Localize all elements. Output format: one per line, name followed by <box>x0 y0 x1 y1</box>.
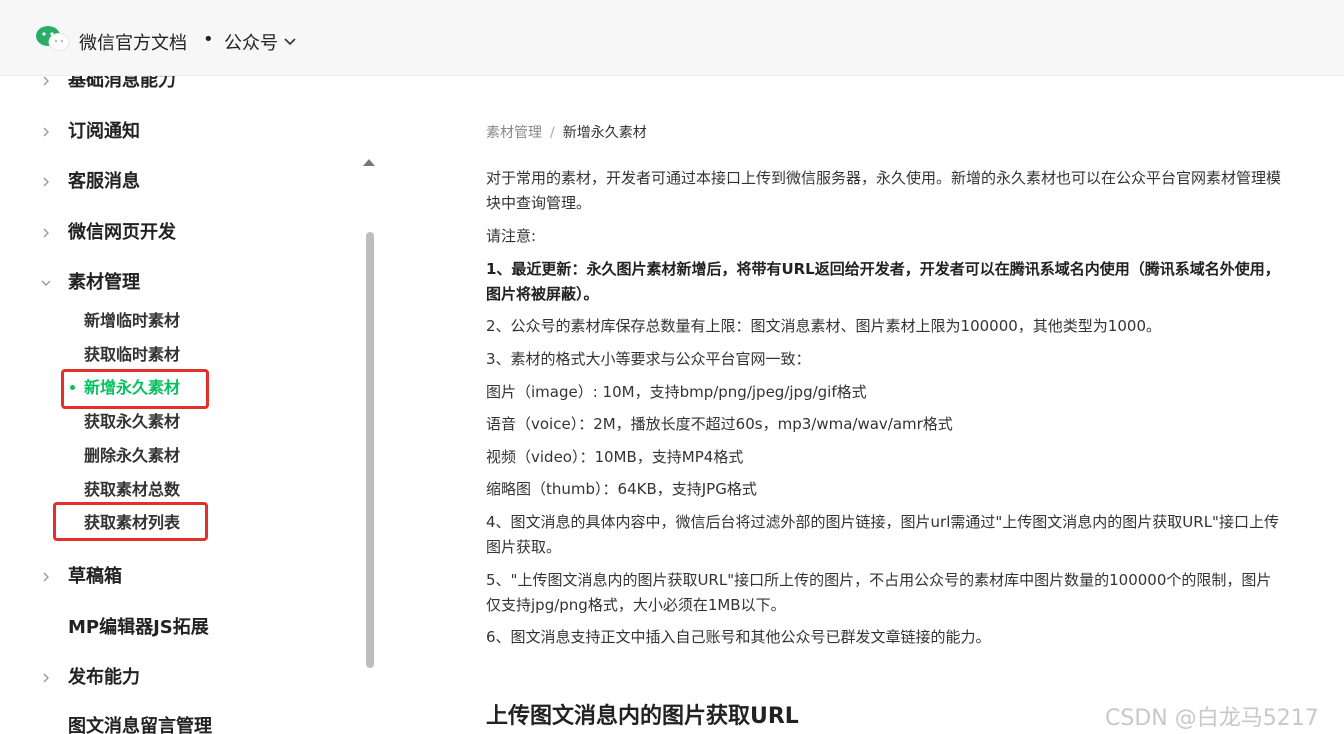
sidebar-item-subscription[interactable]: 订阅通知 <box>0 119 360 149</box>
sidebar-item-mp-editor-js[interactable]: MP编辑器JS拓展 <box>0 615 360 645</box>
sidebar-item-label: 客服消息 <box>68 171 140 192</box>
chevron-right-icon <box>43 177 49 187</box>
format-video: 视频（video）：10MB，支持MP4格式 <box>486 448 744 466</box>
sidebar-item-customer-service[interactable]: 客服消息 <box>0 169 360 199</box>
sidebar-item-publish[interactable]: 发布能力 <box>0 665 360 695</box>
sidebar-item-label: 草稿箱 <box>68 566 122 587</box>
breadcrumb-parent-link[interactable]: 素材管理 <box>486 125 542 141</box>
sidebar-item-label: 微信网页开发 <box>68 222 176 243</box>
sidebar-item-web-dev[interactable]: 微信网页开发 <box>0 220 360 250</box>
note-item-2: 2、公众号的素材库保存总数量有上限：图文消息素材、图片素材上限为100000，其… <box>486 317 1161 335</box>
sidebar-subitem-label: 获取临时素材 <box>84 345 181 364</box>
sidebar-item-material-management[interactable]: 素材管理 <box>0 270 360 300</box>
format-thumb: 缩略图（thumb）：64KB，支持JPG格式 <box>486 480 757 498</box>
header-separator-dot: • <box>203 29 214 50</box>
note-item-6: 6、图文消息支持正文中插入自己账号和其他公众号已群发文章链接的能力。 <box>486 628 991 646</box>
breadcrumb: 素材管理 / 新增永久素材 <box>486 122 647 142</box>
sidebar-subitem-delete-permanent-material[interactable]: 删除永久素材 <box>0 444 360 472</box>
sidebar-scrollbar-thumb[interactable] <box>366 232 374 668</box>
chevron-right-icon <box>43 76 49 86</box>
sidebar-item-comment-management[interactable]: 图文消息留言管理 <box>0 714 360 734</box>
section-dropdown-label: 公众号 <box>224 33 278 54</box>
sidebar-item-basic-messages[interactable]: 基础消息能力 <box>0 76 360 98</box>
breadcrumb-separator: / <box>550 125 555 141</box>
format-voice: 语音（voice）：2M，播放长度不超过60s，mp3/wma/wav/amr格… <box>486 415 953 433</box>
chevron-down-icon <box>284 38 296 46</box>
chevron-right-icon <box>43 228 49 238</box>
chevron-right-icon <box>43 127 49 137</box>
sidebar-nav: 基础消息能力 订阅通知 客服消息 微信网页开发 素材管理 新增临时素材 获取临时… <box>0 76 380 734</box>
sidebar-item-label: 发布能力 <box>68 667 140 688</box>
note-heading: 请注意: <box>486 227 537 245</box>
chevron-right-icon <box>43 673 49 683</box>
note-item-4: 4、图文消息的具体内容中，微信后台将过滤外部的图片链接，图片url需通过"上传图… <box>486 513 1279 556</box>
chevron-right-icon <box>43 572 49 582</box>
breadcrumb-current: 新增永久素材 <box>562 125 647 141</box>
section-dropdown[interactable]: 公众号 <box>224 29 296 55</box>
chevron-down-icon <box>41 280 51 286</box>
watermark: CSDN @白龙马5217 <box>1105 706 1319 731</box>
brand-title[interactable]: 微信官方文档 <box>79 29 187 55</box>
note-item-3: 3、素材的格式大小等要求与公众平台官网一致： <box>486 350 811 368</box>
sidebar-item-label: 素材管理 <box>68 272 140 293</box>
intro-paragraph: 对于常用的素材，开发者可通过本接口上传到微信服务器，永久使用。新增的永久素材也可… <box>486 169 1282 212</box>
sidebar-subitem-get-permanent-material[interactable]: 获取永久素材 <box>0 410 360 438</box>
note-item-1: 1、最近更新：永久图片素材新增后，将带有URL返回给开发者，开发者可以在腾讯系域… <box>486 260 1280 303</box>
sidebar-item-label: 图文消息留言管理 <box>68 716 212 734</box>
section-heading: 上传图文消息内的图片获取URL <box>486 704 799 729</box>
sidebar-subitem-label: 删除永久素材 <box>84 446 181 465</box>
sidebar-subitem-label: 新增临时素材 <box>84 311 181 330</box>
sidebar-subitem-label: 获取素材总数 <box>84 480 181 499</box>
note-item-5: 5、"上传图文消息内的图片获取URL"接口所上传的图片，不占用公众号的素材库中图… <box>486 571 1272 614</box>
format-image: 图片（image）: 10M，支持bmp/png/jpeg/jpg/gif格式 <box>486 383 867 401</box>
wechat-logo-icon[interactable] <box>35 25 71 53</box>
sidebar-subitem-add-temp-material[interactable]: 新增临时素材 <box>0 309 360 337</box>
scroll-up-arrow-icon[interactable] <box>363 159 375 166</box>
highlight-box <box>53 502 208 541</box>
sidebar-subitem-get-temp-material[interactable]: 获取临时素材 <box>0 343 360 371</box>
sidebar-subitem-label: 获取永久素材 <box>84 412 181 431</box>
sidebar-item-label: 基础消息能力 <box>68 76 176 91</box>
sidebar-item-drafts[interactable]: 草稿箱 <box>0 564 360 594</box>
highlight-box <box>61 369 209 409</box>
sidebar-item-label: MP编辑器JS拓展 <box>68 617 209 638</box>
top-header: 微信官方文档 • 公众号 <box>0 0 1344 76</box>
sidebar-item-label: 订阅通知 <box>68 121 140 142</box>
